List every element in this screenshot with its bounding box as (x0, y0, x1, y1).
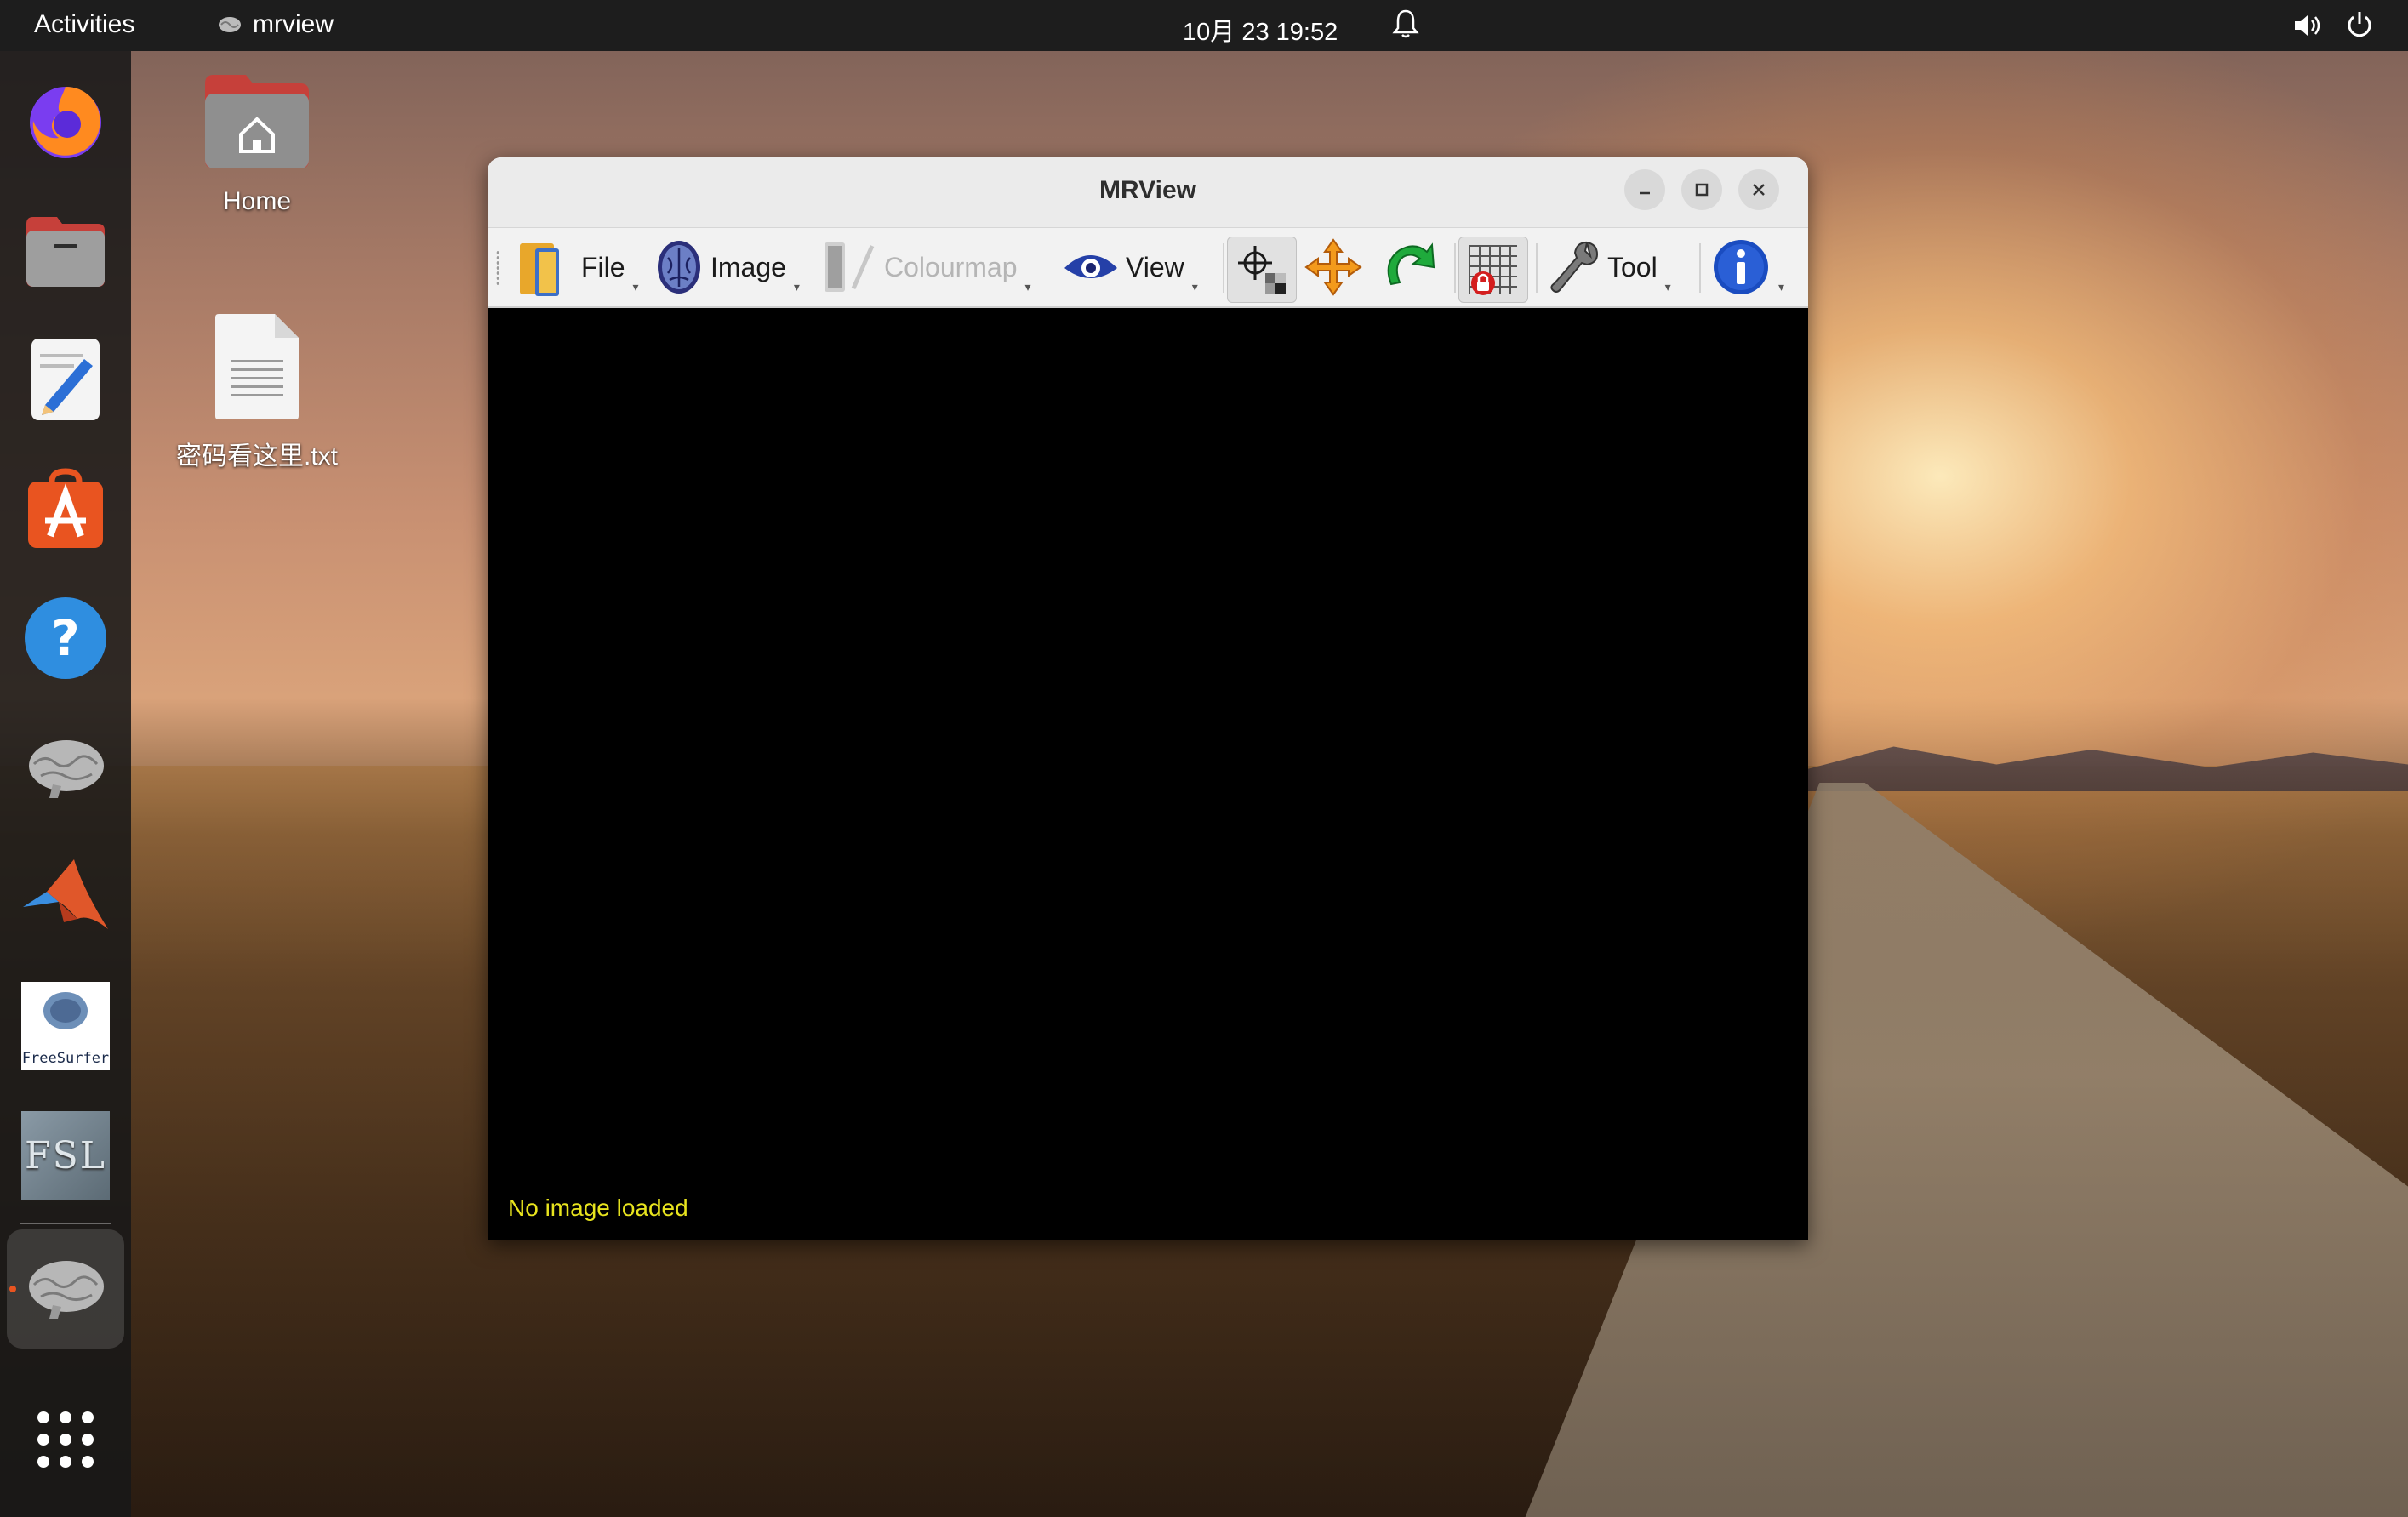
lock-grid-button[interactable] (1458, 237, 1528, 303)
status-text: No image loaded (508, 1195, 688, 1221)
fsl-label: FSL (25, 1133, 106, 1178)
brain-slice-icon (658, 241, 700, 294)
info-icon (1714, 240, 1768, 294)
running-indicator (9, 1286, 16, 1292)
toolbar-separator (1536, 243, 1538, 293)
file-menu-button[interactable]: File ▾ (516, 228, 639, 306)
mrview-icon[interactable] (21, 1244, 110, 1332)
minimize-button[interactable] (1624, 169, 1665, 210)
dock: ? FreeSurfer FSL (0, 51, 131, 1517)
colourmap-bar-icon (825, 242, 875, 292)
open-folder-icon (520, 243, 559, 296)
maximize-icon (1695, 183, 1709, 197)
image-menu-label: Image (710, 251, 786, 282)
files-icon[interactable] (21, 206, 110, 294)
toolbar-separator (1699, 243, 1701, 293)
app-name-label: mrview (253, 10, 334, 38)
app-menu[interactable]: mrview (217, 10, 334, 39)
window-title: MRView (1099, 176, 1196, 204)
view-menu-button[interactable]: View ▾ (1061, 228, 1198, 306)
image-viewport[interactable]: No image loaded (488, 308, 1808, 1240)
view-dropdown-icon: ▾ (1191, 280, 1198, 294)
freesurfer-icon[interactable]: FreeSurfer (21, 982, 110, 1070)
colourmap-menu-label: Colourmap (884, 251, 1018, 282)
svg-text:?: ? (51, 609, 80, 667)
image-menu-button[interactable]: Image ▾ (654, 228, 800, 306)
tool-dropdown-icon: ▾ (1664, 280, 1671, 294)
mrview-window: MRView File ▾ Image ▾ Colourmap ▾ View ▾… (488, 157, 1808, 1240)
clock[interactable]: 10月 23 19:52 (1183, 12, 1338, 48)
firefox-icon[interactable] (21, 77, 110, 165)
top-bar: Activities mrview 10月 23 19:52 (0, 0, 2408, 51)
text-editor-icon[interactable] (21, 335, 110, 424)
view-menu-label: View (1126, 251, 1184, 282)
pan-mode-button[interactable] (1303, 228, 1364, 306)
desktop-home[interactable]: Home (155, 71, 359, 216)
toolbar-grip[interactable] (496, 250, 499, 286)
tool-menu-label: Tool (1607, 251, 1658, 282)
move-arrows-icon (1304, 238, 1362, 296)
colourmap-menu-button[interactable]: Colourmap ▾ (819, 228, 1031, 306)
toolbar-separator (1454, 243, 1456, 293)
show-apps-icon[interactable] (21, 1395, 110, 1484)
desktop-text-file[interactable]: 密码看这里.txt (155, 311, 359, 472)
matlab-icon[interactable] (21, 853, 110, 941)
rotate-mode-button[interactable] (1378, 228, 1439, 306)
power-icon[interactable] (2345, 10, 2374, 39)
brain-app-icon[interactable] (21, 723, 110, 812)
close-icon (1753, 184, 1765, 196)
software-center-icon[interactable] (21, 465, 110, 553)
about-dropdown-icon: ▾ (1777, 280, 1784, 294)
help-icon[interactable]: ? (21, 594, 110, 682)
home-label: Home (222, 187, 292, 215)
eye-icon (1064, 255, 1117, 278)
file-dropdown-icon: ▾ (632, 280, 639, 294)
file-menu-label: File (581, 251, 625, 282)
colourmap-dropdown-icon: ▾ (1024, 280, 1031, 294)
dock-separator (20, 1223, 111, 1224)
wrench-icon (1550, 241, 1599, 293)
volume-icon[interactable] (2292, 12, 2323, 39)
maximize-button[interactable] (1681, 169, 1722, 210)
home-folder-icon (205, 75, 309, 168)
freesurfer-label: FreeSurfer (21, 1050, 110, 1067)
tool-menu-button[interactable]: Tool ▾ (1549, 228, 1671, 306)
close-button[interactable] (1738, 169, 1779, 210)
rotate-arrow-icon (1387, 242, 1435, 286)
image-dropdown-icon: ▾ (793, 280, 800, 294)
about-button[interactable]: ▾ (1711, 228, 1784, 306)
title-bar[interactable]: MRView (488, 157, 1808, 228)
notification-bell-icon[interactable] (1392, 9, 1419, 39)
crosshair-mode-button[interactable] (1227, 237, 1297, 303)
grid-lock-icon (1469, 245, 1517, 295)
crosshair-icon (1238, 246, 1286, 294)
minimize-icon (1640, 191, 1650, 195)
brain-icon (219, 17, 241, 32)
toolbar: File ▾ Image ▾ Colourmap ▾ View ▾ Tool ▾… (488, 228, 1808, 308)
text-file-label: 密码看这里.txt (175, 442, 338, 470)
text-file-icon (215, 314, 299, 419)
activities-button[interactable]: Activities (34, 10, 134, 39)
toolbar-separator (1223, 243, 1224, 293)
fsl-icon[interactable]: FSL (21, 1111, 110, 1200)
